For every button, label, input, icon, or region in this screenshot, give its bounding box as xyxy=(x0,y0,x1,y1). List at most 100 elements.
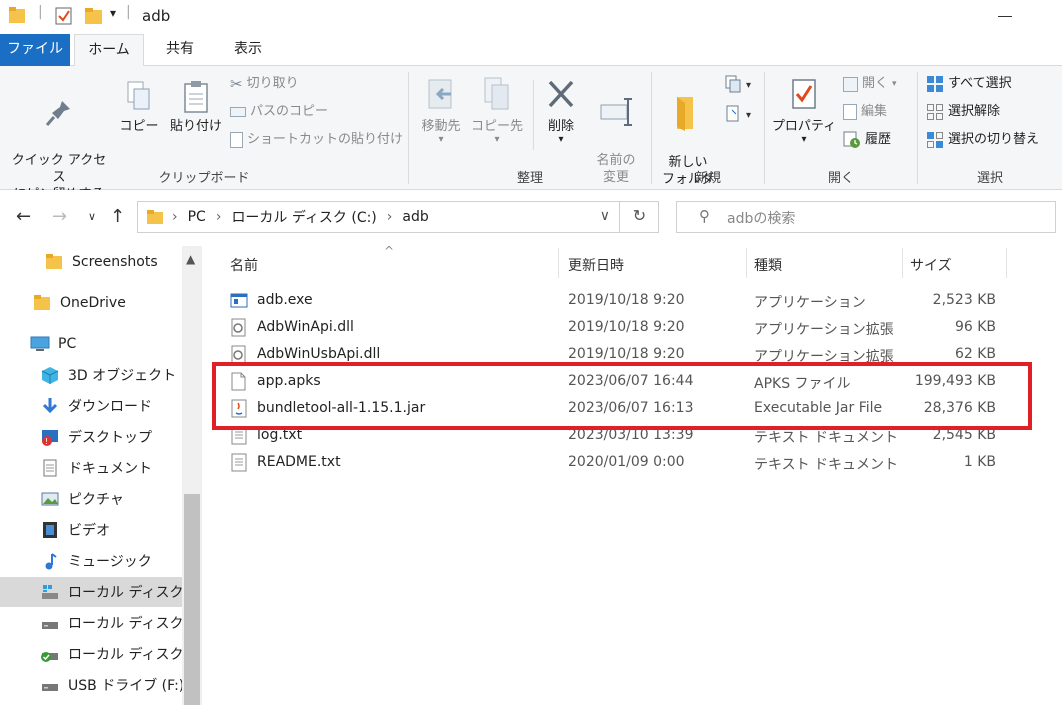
column-separator[interactable] xyxy=(1006,248,1007,278)
easy-access-icon[interactable]: ▾ xyxy=(724,104,758,124)
nav-item-documents[interactable]: ドキュメント xyxy=(0,453,182,483)
move-to-button[interactable]: 移動先 ▾ xyxy=(413,76,469,145)
file-size: 96 KB xyxy=(954,319,996,335)
file-date: 2020/01/09 0:00 xyxy=(568,454,685,470)
tab-file[interactable]: ファイル xyxy=(0,34,70,66)
scrollbar-thumb[interactable] xyxy=(184,494,200,705)
new-folder-quick-icon[interactable] xyxy=(84,6,104,26)
nav-item-onedrive[interactable]: OneDrive xyxy=(0,288,182,318)
properties-icon xyxy=(792,79,816,109)
column-header-name[interactable]: 名前 xyxy=(230,255,258,275)
column-header-date[interactable]: 更新日時 xyxy=(568,255,624,275)
document-icon xyxy=(43,459,57,477)
copy-to-button[interactable]: コピー先 ▾ xyxy=(469,76,525,145)
minimize-button[interactable] xyxy=(996,0,1016,30)
new-item-icon[interactable]: ▾ xyxy=(724,74,758,94)
breadcrumb-local-disk[interactable]: ローカル ディスク (C:) xyxy=(231,207,376,227)
copy-button[interactable]: コピー xyxy=(118,80,160,135)
nav-item-desktop[interactable]: ! デスクトップ xyxy=(0,422,182,452)
system-drive-icon xyxy=(42,585,58,599)
nav-item-local-disk-c[interactable]: ローカル ディスク (C xyxy=(0,577,182,607)
svg-text:!: ! xyxy=(45,437,48,446)
nav-item-pictures[interactable]: ピクチャ xyxy=(0,484,182,514)
nav-label: デスクトップ xyxy=(68,430,152,446)
file-size: 62 KB xyxy=(954,346,996,362)
picture-icon xyxy=(41,492,59,506)
ribbon-separator xyxy=(533,80,534,150)
window-title: adb xyxy=(142,7,171,25)
open-button[interactable]: 開く ▾ xyxy=(843,72,897,96)
column-header-size[interactable]: サイズ xyxy=(910,255,952,275)
column-header-type[interactable]: 種類 xyxy=(754,255,782,275)
column-separator[interactable] xyxy=(558,248,559,278)
nav-item-downloads[interactable]: ダウンロード xyxy=(0,391,182,421)
delete-dropdown-icon: ▾ xyxy=(558,134,564,145)
dll-icon xyxy=(231,318,246,337)
address-dropdown-icon[interactable]: ∨ xyxy=(600,208,610,224)
cut-button[interactable]: ✂ 切り取り xyxy=(230,72,299,96)
select-group-label: 選択 xyxy=(976,171,1003,186)
history-button[interactable]: 履歴 xyxy=(843,128,891,152)
nav-item-3d-objects[interactable]: 3D オブジェクト xyxy=(0,360,182,390)
breadcrumb-adb[interactable]: adb xyxy=(402,209,428,225)
nav-item-local-disk-e[interactable]: ローカル ディスク (E xyxy=(0,639,182,669)
properties-button[interactable]: プロパティ ▾ xyxy=(769,76,839,145)
nav-label: OneDrive xyxy=(60,295,126,311)
edit-button[interactable]: 編集 xyxy=(843,100,887,124)
move-to-dropdown-icon: ▾ xyxy=(438,134,444,145)
column-separator[interactable] xyxy=(902,248,903,278)
paste-button[interactable]: 貼り付け xyxy=(166,80,226,135)
desktop-icon: ! xyxy=(42,430,58,446)
file-row[interactable]: adb.exe 2019/10/18 9:20 アプリケーション 2,523 K… xyxy=(202,287,1062,314)
nav-item-usb-drive[interactable]: USB ドライブ (F:) xyxy=(0,670,182,700)
open-dropdown-icon: ▾ xyxy=(892,79,897,89)
properties-quick-icon[interactable] xyxy=(54,6,74,26)
file-row[interactable]: AdbWinApi.dll 2019/10/18 9:20 アプリケーション拡張… xyxy=(202,314,1062,341)
separator: | xyxy=(38,4,43,20)
file-date: 2019/10/18 9:20 xyxy=(568,346,685,362)
copy-path-button[interactable]: パスのコピー xyxy=(230,100,328,124)
nav-item-local-disk-d[interactable]: ローカル ディスク (D xyxy=(0,608,182,638)
file-row[interactable]: README.txt 2020/01/09 0:00 テキスト ドキュメント 1… xyxy=(202,449,1062,476)
scroll-up-icon[interactable]: ▲ xyxy=(186,252,195,266)
paste-shortcut-button[interactable]: ショートカットの貼り付け xyxy=(230,128,403,152)
cube-icon xyxy=(41,367,59,384)
organize-group: 移動先 ▾ コピー先 ▾ 削除 ▾ 名前の 変更 整理 xyxy=(409,66,651,190)
ribbon-tabs: ファイル ホーム 共有 表示 xyxy=(0,34,1062,67)
recent-locations-chevron-icon[interactable]: ∨ xyxy=(88,210,96,223)
nav-scrollbar[interactable]: ▲ xyxy=(182,246,202,705)
select-none-label: 選択解除 xyxy=(948,104,1001,119)
up-arrow-icon[interactable]: ↑ xyxy=(110,206,125,227)
folder-icon xyxy=(34,295,50,310)
highlight-annotation xyxy=(212,362,1032,430)
forward-arrow-icon[interactable]: → xyxy=(52,206,67,227)
properties-dropdown-icon: ▾ xyxy=(801,134,807,145)
nav-item-videos[interactable]: ビデオ xyxy=(0,515,182,545)
refresh-icon: ↻ xyxy=(632,206,647,225)
file-type: アプリケーション拡張 xyxy=(754,322,894,338)
nav-label: ミュージック xyxy=(68,554,152,570)
refresh-button[interactable]: ↻ xyxy=(619,201,659,233)
column-separator[interactable] xyxy=(746,248,747,278)
tab-share[interactable]: 共有 xyxy=(150,34,210,66)
nav-label: Screenshots xyxy=(72,254,158,270)
nav-label: 3D オブジェクト xyxy=(68,368,177,384)
address-bar[interactable]: › PC › ローカル ディスク (C:) › adb ∨ xyxy=(137,201,659,233)
delete-button[interactable]: 削除 ▾ xyxy=(537,76,585,145)
select-none-button[interactable]: 選択解除 xyxy=(926,100,1000,124)
invert-selection-button[interactable]: 選択の切り替え xyxy=(926,128,1039,152)
edit-icon xyxy=(843,104,857,120)
organize-group-label: 整理 xyxy=(516,171,543,186)
nav-item-screenshots[interactable]: Screenshots xyxy=(0,247,182,277)
quick-access-dropdown-icon[interactable]: ▾ xyxy=(110,6,116,20)
clipboard-group: クイック アクセス にピン留めする コピー 貼り付け ✂ 切り取り パスのコピー… xyxy=(0,66,408,202)
select-all-button[interactable]: すべて選択 xyxy=(926,72,1012,96)
tab-view[interactable]: 表示 xyxy=(218,34,278,66)
breadcrumb-pc[interactable]: PC xyxy=(188,209,206,225)
back-arrow-icon[interactable]: ← xyxy=(16,206,31,227)
nav-item-pc[interactable]: PC xyxy=(0,329,182,359)
drive-icon xyxy=(42,622,58,629)
tab-home[interactable]: ホーム xyxy=(74,34,144,67)
nav-item-music[interactable]: ミュージック xyxy=(0,546,182,576)
search-box[interactable]: ⚲ adbの検索 xyxy=(676,201,1056,233)
